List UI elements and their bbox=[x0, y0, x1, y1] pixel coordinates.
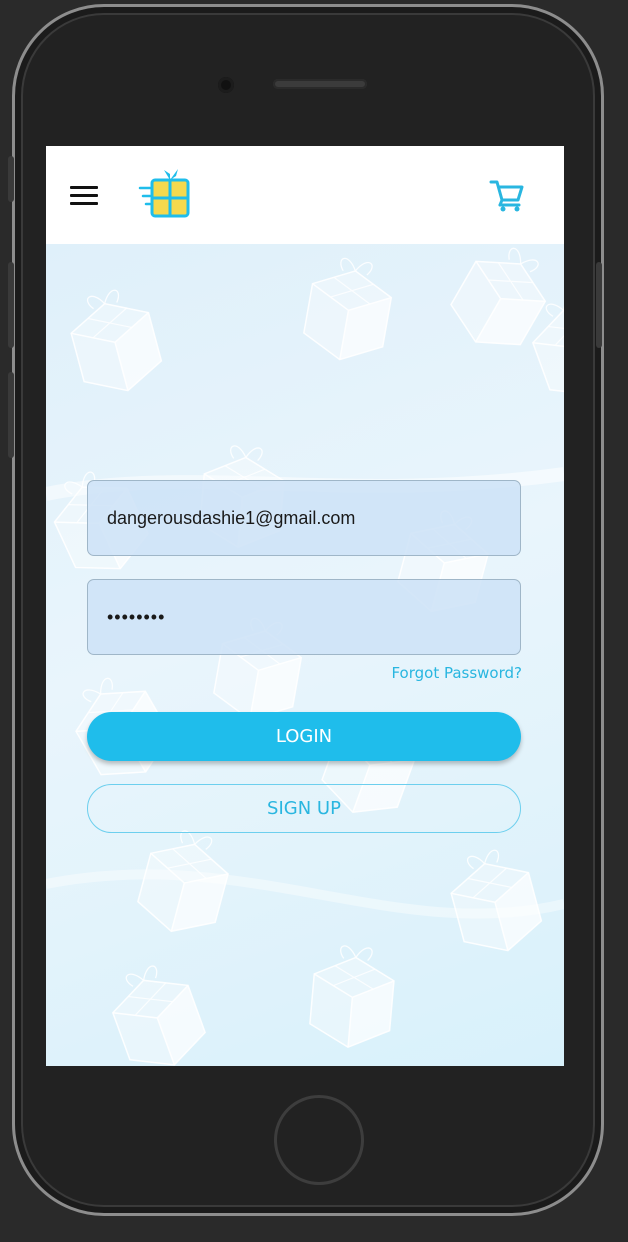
login-button[interactable]: LOGIN bbox=[87, 712, 521, 761]
hamburger-menu-icon[interactable] bbox=[70, 186, 98, 208]
sign-up-button[interactable]: SIGN UP bbox=[87, 784, 521, 833]
front-camera bbox=[218, 77, 234, 93]
email-field[interactable] bbox=[87, 480, 521, 556]
volume-down-button bbox=[8, 372, 14, 458]
forgot-password-link[interactable]: Forgot Password? bbox=[391, 664, 522, 682]
power-button bbox=[596, 262, 602, 348]
shopping-cart-icon[interactable] bbox=[489, 178, 525, 212]
home-button[interactable] bbox=[274, 1095, 364, 1185]
gift-pattern-background bbox=[46, 244, 564, 1066]
volume-up-button bbox=[8, 262, 14, 348]
top-navigation-bar bbox=[46, 146, 564, 244]
password-field[interactable] bbox=[87, 579, 521, 655]
app-screen: Forgot Password? LOGIN SIGN UP bbox=[46, 146, 564, 1066]
earpiece-speaker bbox=[273, 79, 367, 89]
silent-switch bbox=[8, 156, 14, 202]
gift-box-logo-icon[interactable] bbox=[138, 166, 194, 222]
login-content: Forgot Password? LOGIN SIGN UP bbox=[46, 244, 564, 1066]
